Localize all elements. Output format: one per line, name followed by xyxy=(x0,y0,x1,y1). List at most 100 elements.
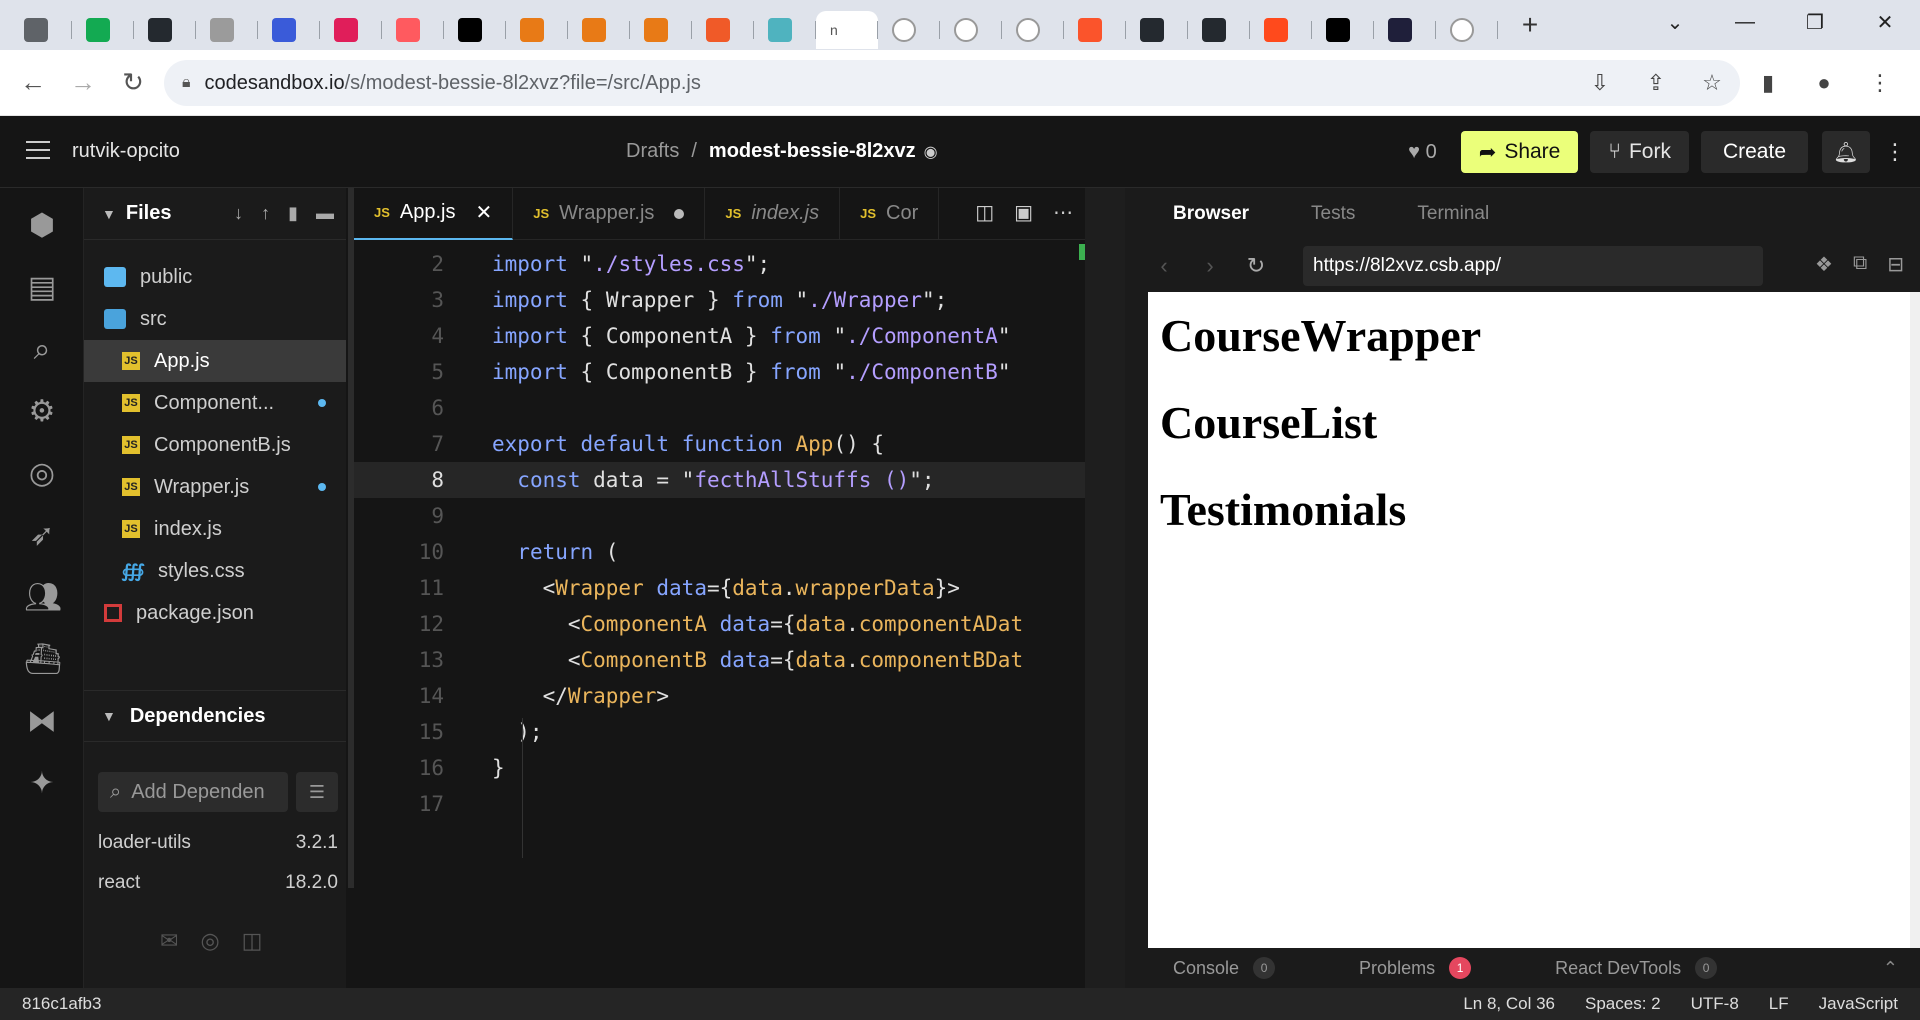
forward-icon[interactable]: → xyxy=(58,67,108,98)
browser-tab[interactable] xyxy=(568,11,630,49)
more-icon[interactable]: ⋯ xyxy=(1053,200,1073,225)
files-header[interactable]: ▼ Files ↓ ↑ ▮ ▬ xyxy=(84,188,346,240)
browser-tab[interactable] xyxy=(1064,11,1126,49)
file-icon[interactable]: ▤ xyxy=(24,270,60,306)
code-line[interactable]: 16} xyxy=(354,750,1085,786)
browser-tab[interactable] xyxy=(1002,11,1064,49)
code-line[interactable]: 12 <ComponentA data={data.componentADat xyxy=(354,606,1085,642)
copy-icon[interactable]: ⧉ xyxy=(1853,252,1867,277)
preview-scrollbar[interactable] xyxy=(1910,292,1920,948)
browser-tab[interactable] xyxy=(1188,11,1250,49)
discord-icon[interactable]: ◫ xyxy=(242,928,263,954)
preview-back-icon[interactable]: ‹ xyxy=(1141,253,1187,279)
editor-tab[interactable]: JS Cor xyxy=(840,187,940,240)
cursor-position[interactable]: Ln 8, Col 36 xyxy=(1463,994,1555,1014)
browser-tab[interactable] xyxy=(444,11,506,49)
code-line[interactable]: 10 return ( xyxy=(354,534,1085,570)
browser-tab[interactable] xyxy=(258,11,320,49)
browser-tab[interactable] xyxy=(1250,11,1312,49)
browser-tab[interactable] xyxy=(506,11,568,49)
share-button[interactable]: ➦ Share xyxy=(1460,131,1579,173)
split-editor-icon[interactable]: ◫ xyxy=(975,200,994,225)
create-button[interactable]: Create xyxy=(1700,131,1808,173)
open-preview-icon[interactable]: ▣ xyxy=(1014,200,1033,225)
address-bar[interactable]: 🔒︎ codesandbox.io/s/modest-bessie-8l2xvz… xyxy=(164,60,1740,106)
browser-tab[interactable] xyxy=(382,11,444,49)
code-line[interactable]: 8 const data = "fecthAllStuffs ()"; xyxy=(354,462,1085,498)
back-icon[interactable]: ← xyxy=(8,67,58,98)
sort-down-icon[interactable]: ↓ xyxy=(234,203,243,224)
line-ending[interactable]: LF xyxy=(1769,994,1789,1014)
code-area[interactable]: 2 import "./styles.css"; 3 import { Wrapper… xyxy=(354,240,1085,822)
close-tab-icon[interactable]: ✕ xyxy=(476,200,493,225)
preview-tab-browser[interactable]: Browser xyxy=(1173,203,1249,225)
rocket-icon[interactable]: ➶ xyxy=(24,518,60,554)
sort-up-icon[interactable]: ↑ xyxy=(261,203,270,224)
vscode-icon[interactable]: ⧓ xyxy=(24,704,60,740)
profile-avatar[interactable]: ● xyxy=(1804,70,1844,96)
twitter-icon[interactable]: ✉ xyxy=(160,928,178,954)
menu-hamburger-icon[interactable] xyxy=(26,141,50,165)
console-tab[interactable]: Console 0 xyxy=(1173,957,1276,979)
browser-tab[interactable] xyxy=(10,11,72,49)
file-tree-item[interactable]: JS Component... xyxy=(84,382,346,424)
crumb-drafts[interactable]: Drafts xyxy=(626,140,679,162)
dependency-list-button[interactable]: ☰ xyxy=(296,772,338,812)
editor-tab[interactable]: JS index.js xyxy=(705,187,841,240)
browser-tab[interactable] xyxy=(1374,11,1436,49)
fork-button[interactable]: ⑂ Fork xyxy=(1590,131,1689,173)
open-window-icon[interactable]: ⊟ xyxy=(1887,252,1904,277)
browser-tab[interactable] xyxy=(320,11,382,49)
close-window-button[interactable]: ✕ xyxy=(1850,10,1920,35)
new-folder-icon[interactable]: ▬ xyxy=(316,203,334,224)
browser-tab[interactable]: n xyxy=(816,11,878,49)
collapse-chevron-icon[interactable]: ⌃ xyxy=(1883,958,1898,979)
code-line[interactable]: 13 <ComponentB data={data.componentBDat xyxy=(354,642,1085,678)
bookmark-star-icon[interactable]: ☆ xyxy=(1692,70,1732,96)
browser-tab[interactable] xyxy=(692,11,754,49)
gear-icon[interactable]: ⚙ xyxy=(24,394,60,430)
dependency-row[interactable]: loader-utils 3.2.1 xyxy=(98,832,338,862)
tab-search-icon[interactable]: ⌄ xyxy=(1640,10,1710,35)
install-app-icon[interactable]: ⇩ xyxy=(1580,70,1620,96)
code-line[interactable]: 3 import { Wrapper } from "./Wrapper"; xyxy=(354,282,1085,318)
preview-refresh-icon[interactable]: ↻ xyxy=(1233,253,1279,279)
browser-tab[interactable] xyxy=(1312,11,1374,49)
code-line[interactable]: 2 import "./styles.css"; xyxy=(354,246,1085,282)
code-line[interactable]: 15 ); xyxy=(354,714,1085,750)
code-line[interactable]: 9 xyxy=(354,498,1085,534)
language-mode[interactable]: JavaScript xyxy=(1819,994,1898,1014)
restore-button[interactable]: ❐ xyxy=(1780,10,1850,35)
code-line[interactable]: 7 export default function App() { xyxy=(354,426,1085,462)
code-line[interactable]: 6 xyxy=(354,390,1085,426)
new-file-icon[interactable]: ▮ xyxy=(288,203,298,224)
dependency-row[interactable]: react 18.2.0 xyxy=(98,872,338,902)
github-icon[interactable]: ◎ xyxy=(200,928,219,954)
search-icon[interactable]: ⌕ xyxy=(24,332,60,368)
commit-hash[interactable]: 816c1afb3 xyxy=(22,994,101,1014)
preview-url-input[interactable]: https://8l2xvz.csb.app/ xyxy=(1303,246,1763,286)
code-line[interactable]: 11 <Wrapper data={data.wrapperData}> xyxy=(354,570,1085,606)
sparkle-icon[interactable]: ✦ xyxy=(24,766,60,802)
react-devtools-tab[interactable]: React DevTools 0 xyxy=(1555,957,1718,979)
browser-tab[interactable] xyxy=(630,11,692,49)
browser-tab[interactable] xyxy=(72,11,134,49)
browser-tab[interactable] xyxy=(1436,11,1498,49)
new-tab-button[interactable]: + xyxy=(1510,9,1550,41)
users-icon[interactable]: 👥︎ xyxy=(24,580,62,616)
workspace-user[interactable]: rutvik-opcito xyxy=(72,140,180,163)
add-dependency-input[interactable]: ⌕ Add Dependen xyxy=(98,772,288,812)
share-icon[interactable]: ⇪ xyxy=(1636,70,1676,96)
code-line[interactable]: 5 import { ComponentB } from "./Component… xyxy=(354,354,1085,390)
cube-icon[interactable]: ⬢ xyxy=(24,208,60,244)
responsive-icon[interactable]: ❖ xyxy=(1815,252,1833,277)
code-line[interactable]: 4 import { ComponentA } from "./Component… xyxy=(354,318,1085,354)
editor-tab[interactable]: JS App.js ✕ xyxy=(354,187,514,240)
project-name[interactable]: modest-bessie-8l2xvz xyxy=(709,140,916,162)
preview-tab-terminal[interactable]: Terminal xyxy=(1417,203,1489,225)
browser-tab[interactable] xyxy=(1126,11,1188,49)
notifications-bell-icon[interactable]: 🔔︎ xyxy=(1822,131,1870,173)
browser-tab[interactable] xyxy=(878,11,940,49)
file-tree-item[interactable]: src xyxy=(84,298,346,340)
file-tree-item[interactable]: package.json xyxy=(84,592,346,634)
